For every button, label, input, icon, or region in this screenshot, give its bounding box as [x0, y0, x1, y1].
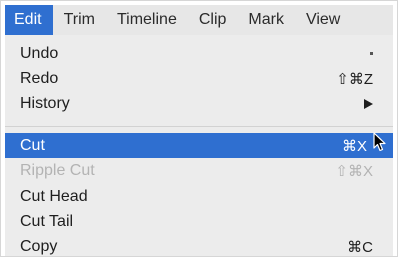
menu-timeline[interactable]: Timeline: [106, 5, 188, 35]
menu-item-label: Ripple Cut: [20, 161, 95, 179]
menu-clip[interactable]: Clip: [188, 5, 238, 35]
shortcut-mark: [370, 52, 373, 55]
app-window: Edit Trim Timeline Clip Mark View Undo R…: [0, 0, 398, 257]
submenu-arrow-icon: [364, 99, 373, 109]
menu-item-copy[interactable]: Copy ⌘C: [5, 234, 393, 256]
menu-item-redo[interactable]: Redo ⇧⌘Z: [5, 66, 393, 91]
menu-item-undo[interactable]: Undo: [5, 41, 393, 66]
menu-item-label: Cut: [20, 136, 45, 154]
menu-item-shortcut: ⌘X: [341, 137, 367, 155]
menu-item-cut-tail[interactable]: Cut Tail: [5, 209, 393, 234]
menu-item-shortcut: ⌘C: [347, 238, 373, 256]
menu-item-ripple-cut: Ripple Cut ⇧⌘X: [5, 158, 393, 183]
menu-item-shortcut: ⇧⌘Z: [336, 70, 373, 88]
menu-item-history[interactable]: History: [5, 91, 393, 116]
menu-item-shortcut: ⇧⌘X: [335, 162, 373, 180]
menu-item-label: Redo: [20, 69, 59, 87]
menu-mark[interactable]: Mark: [237, 5, 295, 35]
mouse-pointer-icon: [373, 132, 386, 152]
menu-trim[interactable]: Trim: [53, 5, 106, 35]
menu-item-label: Undo: [20, 44, 59, 62]
edit-dropdown-menu: Undo Redo ⇧⌘Z History Cut ⌘X Ripple Cut …: [5, 35, 393, 256]
menu-edit[interactable]: Edit: [5, 5, 53, 35]
menu-item-label: Cut Tail: [20, 212, 74, 230]
menu-view[interactable]: View: [295, 5, 351, 35]
menu-item-cut[interactable]: Cut ⌘X: [5, 133, 393, 158]
menu-bar: Edit Trim Timeline Clip Mark View: [5, 5, 393, 35]
menu-item-label: Cut Head: [20, 187, 88, 205]
menu-separator: [5, 126, 393, 127]
menu-item-label: History: [20, 94, 70, 112]
menu-item-label: Copy: [20, 237, 58, 255]
menu-item-cut-head[interactable]: Cut Head: [5, 184, 393, 209]
